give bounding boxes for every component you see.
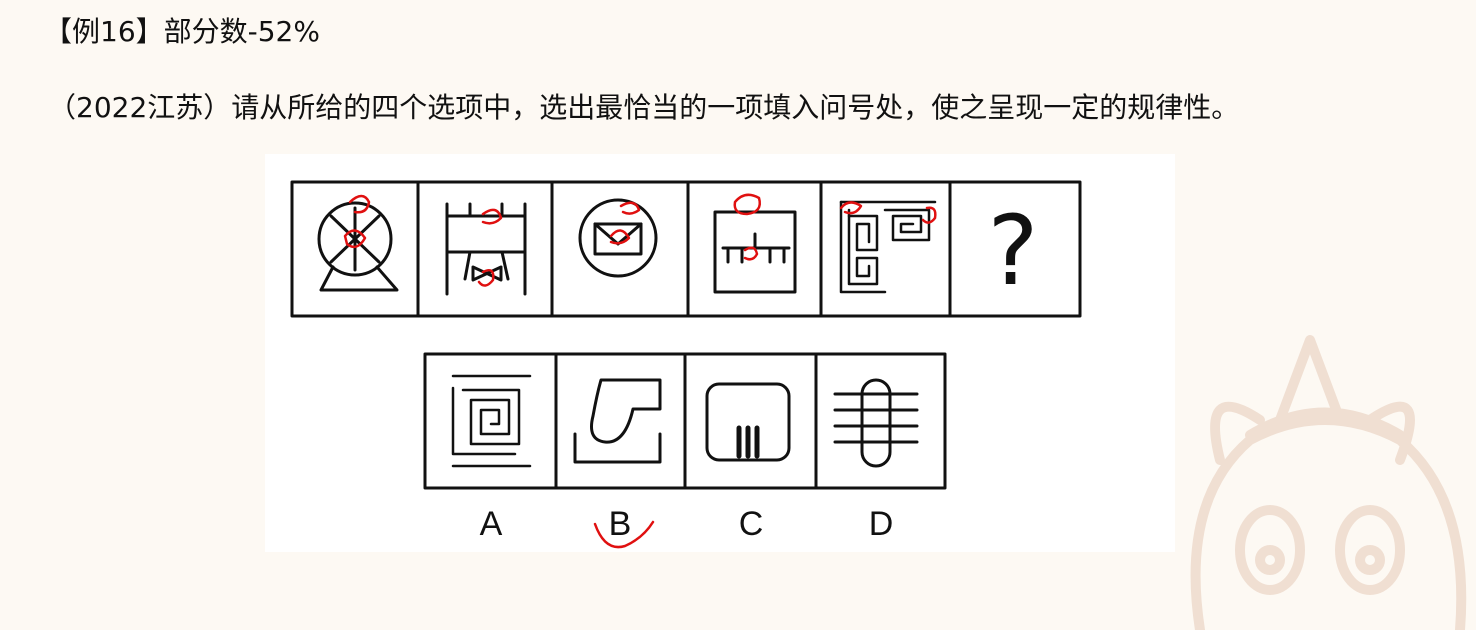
swing-bench-icon (445, 202, 527, 296)
option-label-d[interactable]: D (851, 504, 911, 544)
top-row-frame (290, 180, 1082, 318)
envelope-circle-icon (578, 198, 658, 278)
question-mark-icon: ? (988, 195, 1039, 307)
puzzle-figure: ? A B C D (265, 154, 1175, 552)
pipe-shape-icon (573, 378, 662, 464)
option-label-a[interactable]: A (461, 504, 521, 544)
mascot-watermark-icon (1190, 335, 1467, 630)
option-label-b[interactable]: B (590, 504, 650, 544)
spiral-square-icon (451, 374, 532, 468)
option-label-c[interactable]: C (721, 504, 781, 544)
table-frame-icon (713, 210, 797, 294)
capsule-lines-icon (833, 378, 919, 468)
puzzle-drawing: ? (290, 180, 1082, 549)
page-title: 【例16】部分数-52% (44, 15, 320, 48)
tv-set-icon (705, 382, 791, 462)
question-text: （2022江苏）请从所给的四个选项中，选出最恰当的一项填入问号处，使之呈现一定的… (48, 91, 1240, 124)
greek-key-pattern-icon (839, 200, 937, 294)
